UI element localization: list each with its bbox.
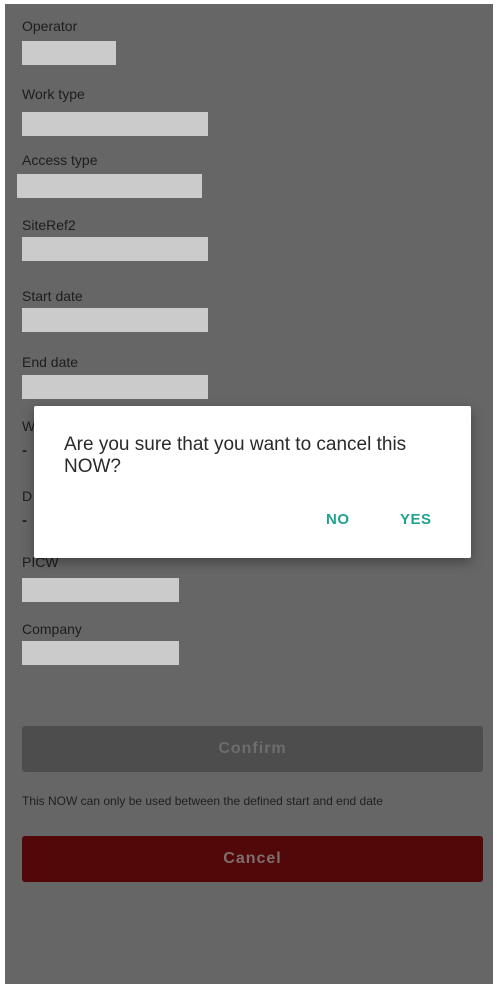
start-date-label: Start date (22, 288, 83, 304)
hidden-field-w-value: - (22, 442, 27, 459)
picw-value-redacted (22, 578, 179, 602)
hidden-field-d-label: D (22, 488, 33, 504)
access-type-value-redacted (17, 174, 202, 198)
dialog-message: Are you sure that you want to cancel thi… (64, 434, 407, 477)
work-type-value-redacted (22, 112, 208, 136)
company-label: Company (22, 621, 82, 637)
hidden-field-d-value: - (22, 512, 27, 529)
dialog-no-button[interactable]: NO (326, 511, 350, 528)
end-date-label: End date (22, 354, 79, 370)
confirm-button[interactable]: Confirm (22, 726, 483, 772)
work-type-label: Work type (22, 86, 85, 102)
dialog-yes-button[interactable]: YES (400, 511, 432, 528)
cancel-now-button[interactable]: Cancel (22, 836, 483, 882)
access-type-label: Access type (22, 152, 98, 168)
confirm-cancel-dialog: Are you sure that you want to cancel thi… (34, 406, 471, 558)
app-screen: Operator Work type Access type SiteRef2 … (5, 4, 493, 984)
company-value-redacted (22, 641, 179, 665)
siteref2-value-redacted (22, 237, 208, 261)
operator-value-redacted (22, 41, 116, 65)
operator-label: Operator (22, 18, 78, 34)
end-date-value-redacted (22, 375, 208, 399)
siteref2-label: SiteRef2 (22, 217, 76, 233)
validity-hint: This NOW can only be used between the de… (22, 794, 383, 808)
start-date-value-redacted (22, 308, 208, 332)
